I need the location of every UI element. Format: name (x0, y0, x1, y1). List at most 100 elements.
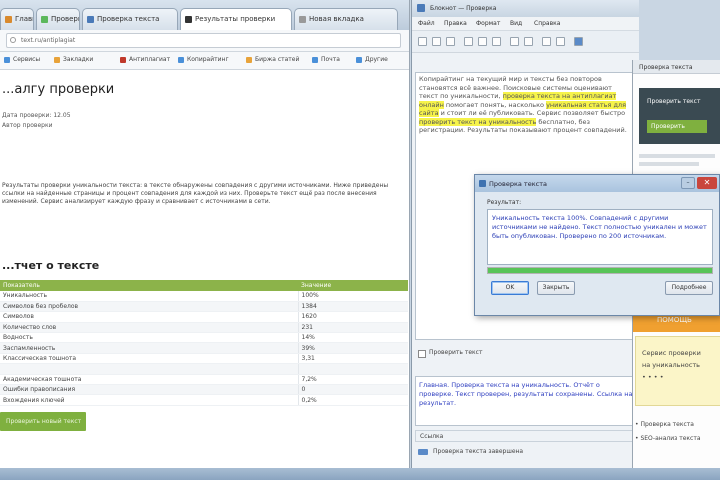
tab-3[interactable]: Проверка текста (82, 8, 178, 30)
tab-favicon-icon (299, 16, 306, 23)
link-field[interactable]: Ссылка (415, 430, 637, 442)
menu-file[interactable]: Файл (418, 20, 435, 27)
close-button[interactable]: Закрыть (537, 281, 575, 295)
desktop: Главная Проверка Проверка текста Результ… (0, 0, 720, 480)
check-date: Дата проверки: 12.05 (2, 112, 71, 119)
menu-format[interactable]: Формат (476, 20, 500, 27)
table-cell: 39% (297, 342, 408, 354)
text-segment: и стоит ли её публиковать. Сервис позвол… (438, 109, 626, 117)
bookmarks-bar: Сервисы Закладки Антиплагиат Копирайтинг… (0, 52, 409, 70)
cut-icon[interactable] (464, 37, 473, 46)
section-title: ...тчет о тексте (2, 259, 100, 272)
table-cell: 0,2% (297, 394, 408, 406)
check-text-checkbox[interactable]: Проверить текст (415, 346, 637, 360)
menu-help[interactable]: Справка (534, 20, 560, 27)
tab-label: Проверка (51, 15, 79, 23)
info-line: на уникальность (642, 361, 700, 369)
tab-active[interactable]: Результаты проверки (180, 8, 292, 31)
settings-icon[interactable] (574, 37, 583, 46)
taskbar (0, 468, 720, 480)
tab-2[interactable]: Проверка (36, 8, 80, 30)
list-item[interactable]: • SEO-анализ текста (635, 432, 701, 446)
table-row: Вхождения ключей 0,2% (0, 394, 408, 406)
redo-icon[interactable] (524, 37, 533, 46)
table-cell: Академическая тошнота (0, 374, 298, 386)
tab-1[interactable]: Главная (0, 8, 34, 30)
side-window-header: Проверка текста (633, 60, 720, 74)
tab-label: Проверка текста (97, 15, 160, 23)
highlighted-phrase: проверить текст на уникальность (419, 117, 537, 126)
bookmark-item[interactable]: Другие (356, 56, 388, 63)
table-row: Уникальность 100% (0, 291, 408, 302)
menu-view[interactable]: Вид (510, 20, 522, 27)
editor-menu-bar: Файл Правка Формат Вид Справка (412, 17, 639, 31)
page-title: ...алгу проверки (2, 82, 115, 97)
open-file-icon[interactable] (432, 37, 441, 46)
bookmark-item[interactable]: Закладки (54, 56, 93, 63)
url-input[interactable]: text.ru/antiplagiat (6, 33, 401, 48)
check-new-text-button[interactable]: Проверить новый текст (0, 412, 86, 431)
check-author: Автор проверки (2, 122, 53, 129)
search-icon[interactable] (542, 37, 551, 46)
table-cell: Символов без пробелов (0, 301, 298, 313)
info-line: Сервис проверки (642, 349, 701, 357)
undo-icon[interactable] (510, 37, 519, 46)
table-cell: 0 (297, 384, 408, 396)
table-cell: 14% (297, 332, 408, 344)
table-header-row: Показатель Значение (0, 280, 408, 291)
tab-favicon-icon (87, 16, 94, 23)
details-button[interactable]: Подробнее (665, 281, 713, 295)
tab-strip: Главная Проверка Проверка текста Результ… (0, 0, 409, 31)
tab-favicon-icon (185, 16, 192, 23)
browser-window: Главная Проверка Проверка текста Результ… (0, 0, 410, 468)
dialog-title-bar: Проверка текста – ✕ (475, 175, 719, 192)
bookmark-item[interactable]: Сервисы (4, 56, 40, 63)
table-row: Ошибки правописания 0 (0, 384, 408, 396)
bookmark-item[interactable]: Антиплагиат (120, 56, 170, 63)
tab-label: Новая вкладка (309, 15, 364, 23)
table-row: Заспамленность 39% (0, 342, 408, 354)
save-icon[interactable] (446, 37, 455, 46)
table-cell: 100% (297, 291, 408, 302)
table-cell (297, 363, 408, 375)
progress-bar (487, 267, 713, 274)
promo-check-button[interactable]: Проверить (647, 120, 707, 133)
close-icon[interactable]: ✕ (697, 177, 717, 189)
divider (639, 154, 715, 158)
menu-edit[interactable]: Правка (444, 20, 467, 27)
divider (639, 162, 699, 166)
address-bar: text.ru/antiplagiat (0, 30, 409, 52)
table-cell: Символов (0, 311, 298, 323)
table-cell: 231 (297, 322, 408, 334)
progress-fill (488, 268, 712, 273)
table-header: Значение (298, 280, 408, 291)
result-links-area[interactable]: Главная. Проверка текста на уникальность… (415, 376, 637, 426)
info-dots: • • • • (642, 373, 664, 381)
table-header: Показатель (0, 280, 298, 291)
table-cell: Заспамленность (0, 342, 298, 354)
bookmark-item[interactable]: Почта (312, 56, 340, 63)
tab-5[interactable]: Новая вкладка (294, 8, 398, 30)
copy-icon[interactable] (478, 37, 487, 46)
table-row: Академическая тошнота 7,2% (0, 374, 408, 386)
ok-button[interactable]: OK (491, 281, 529, 295)
side-link-list: • Проверка текста • SEO-анализ текста (635, 418, 701, 446)
table-row: Символов 1620 (0, 311, 408, 323)
tab-label: Результаты проверки (195, 15, 276, 23)
bookmark-item[interactable]: Биржа статей (246, 56, 299, 63)
print-icon[interactable] (556, 37, 565, 46)
tab-favicon-icon (41, 16, 48, 23)
table-cell: 1620 (297, 311, 408, 323)
table-cell (0, 363, 298, 375)
new-file-icon[interactable] (418, 37, 427, 46)
result-paragraph: Результаты проверки уникальности текста:… (2, 182, 389, 205)
list-item[interactable]: • Проверка текста (635, 418, 701, 432)
bookmark-item[interactable]: Копирайтинг (178, 56, 229, 63)
table-cell: 7,2% (297, 374, 408, 386)
table-cell: Количество слов (0, 322, 298, 334)
table-cell: Вхождения ключей (0, 394, 298, 406)
editor-title-bar: Блокнот — Проверка (412, 0, 639, 17)
dialog-result-text[interactable]: Уникальность текста 100%. Совпадений с д… (487, 209, 713, 265)
minimize-icon[interactable]: – (681, 177, 695, 189)
paste-icon[interactable] (492, 37, 501, 46)
